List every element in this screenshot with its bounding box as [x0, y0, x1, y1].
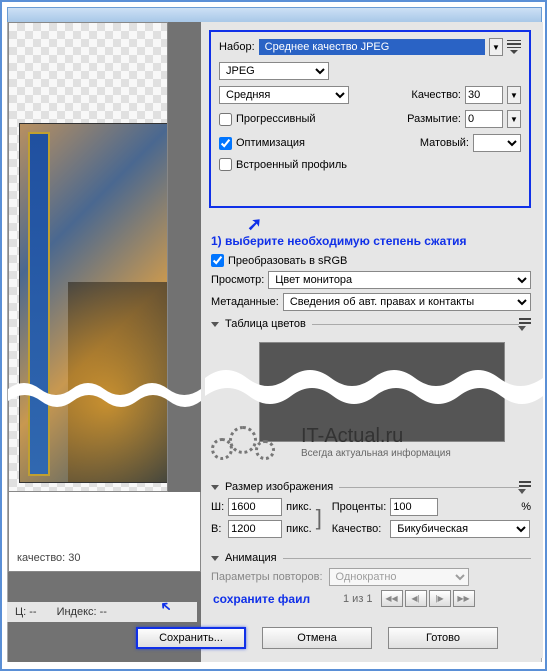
- quality-settings-highlight: Набор: Среднее качество JPEG ▼ JPEG Сред…: [209, 30, 531, 208]
- percent-unit: %: [521, 501, 531, 513]
- annotation-step2: сохраните фаил: [213, 592, 310, 606]
- save-button[interactable]: Сохранить...: [136, 627, 246, 649]
- status-index: Индекс: --: [57, 606, 107, 618]
- tutorial-frame: качество: 30 Набор: Среднее качество JPE…: [0, 0, 547, 671]
- view-label: Просмотр:: [211, 274, 264, 286]
- optimize-checkbox[interactable]: Оптимизация: [219, 134, 305, 152]
- torn-edge-right: [205, 362, 543, 412]
- loop-select: Однократно: [329, 568, 469, 586]
- cancel-button[interactable]: Отмена: [262, 627, 372, 649]
- preview-quality-text: качество: 30: [17, 552, 192, 564]
- image-size-menu-icon[interactable]: [519, 480, 531, 494]
- srgb-checkbox[interactable]: Преобразовать в sRGB: [211, 254, 347, 267]
- link-bracket-icon[interactable]: ]: [316, 505, 328, 531]
- image-size-section: Размер изображения Ш: пикс. ] Проценты: …: [211, 474, 531, 538]
- blur-input[interactable]: [465, 110, 503, 128]
- settings-column: Набор: Среднее качество JPEG ▼ JPEG Сред…: [205, 22, 543, 658]
- metadata-select[interactable]: Сведения об авт. правах и контакты: [283, 293, 531, 311]
- height-unit: пикс.: [286, 523, 312, 535]
- height-label: В:: [211, 523, 224, 535]
- matte-label: Матовый:: [420, 137, 469, 149]
- blur-slider-icon[interactable]: ▼: [507, 110, 521, 128]
- extra-options: Преобразовать в sRGB Просмотр: Цвет монит…: [211, 254, 531, 331]
- matte-select[interactable]: [473, 134, 521, 152]
- preset-label: Набор:: [219, 41, 255, 53]
- first-frame-button: ◀◀: [381, 590, 403, 607]
- percent-input[interactable]: [390, 498, 438, 516]
- width-label: Ш:: [211, 501, 224, 513]
- image-size-header[interactable]: Размер изображения: [211, 480, 531, 494]
- preset-value[interactable]: Среднее качество JPEG: [259, 39, 485, 55]
- app-background: качество: 30 Набор: Среднее качество JPE…: [7, 22, 542, 662]
- quality-num-input[interactable]: [465, 86, 503, 104]
- preview-column: качество: 30: [8, 22, 201, 662]
- quality-name-select[interactable]: Средняя: [219, 86, 349, 104]
- torn-edge-left: [8, 377, 201, 413]
- percent-label: Проценты:: [332, 501, 387, 513]
- color-table-menu-icon[interactable]: [519, 317, 531, 331]
- view-select[interactable]: Цвет монитора: [268, 271, 531, 289]
- window-titlebar: [7, 7, 542, 22]
- animation-header[interactable]: Анимация: [211, 552, 531, 564]
- watermark-sub: Всегда актуальная информация: [301, 448, 451, 459]
- annotation-step1: 1) выберите необходимую степень сжатия: [211, 234, 467, 248]
- loop-label: Параметры повторов:: [211, 571, 323, 583]
- status-color: Ц: --: [15, 606, 37, 618]
- image-preview-pane[interactable]: [8, 22, 168, 492]
- preview-info: качество: 30: [8, 492, 201, 572]
- preset-dropdown-icon[interactable]: ▼: [489, 38, 503, 56]
- prev-frame-button: ◀|: [405, 590, 427, 607]
- resample-select[interactable]: Бикубическая: [390, 520, 530, 538]
- annotation-arrow-1: ➚: [247, 214, 262, 235]
- embed-profile-checkbox[interactable]: Встроенный профиль: [219, 158, 347, 171]
- metadata-label: Метаданные:: [211, 296, 279, 308]
- quality-slider-icon[interactable]: ▼: [507, 86, 521, 104]
- dialog-buttons: Сохранить... Отмена Готово: [136, 627, 536, 649]
- next-frame-button: |▶: [429, 590, 451, 607]
- color-table-header[interactable]: Таблица цветов: [211, 317, 531, 331]
- preview-image: [19, 123, 168, 483]
- last-frame-button: ▶▶: [453, 590, 475, 607]
- width-unit: пикс.: [286, 501, 312, 513]
- width-input[interactable]: [228, 498, 282, 516]
- done-button[interactable]: Готово: [388, 627, 498, 649]
- preset-menu-icon[interactable]: [507, 40, 521, 54]
- blur-label: Размытие:: [407, 113, 461, 125]
- animation-section: Анимация Параметры повторов: Однократно: [211, 546, 531, 586]
- height-input[interactable]: [228, 520, 282, 538]
- frame-playback: 1 из 1 ◀◀ ◀| |▶ ▶▶: [343, 590, 533, 607]
- frame-indicator: 1 из 1: [343, 593, 373, 605]
- quality-num-label: Качество:: [411, 89, 461, 101]
- resample-label: Качество:: [332, 523, 387, 535]
- progressive-checkbox[interactable]: Прогрессивный: [219, 110, 316, 128]
- format-select[interactable]: JPEG: [219, 62, 329, 80]
